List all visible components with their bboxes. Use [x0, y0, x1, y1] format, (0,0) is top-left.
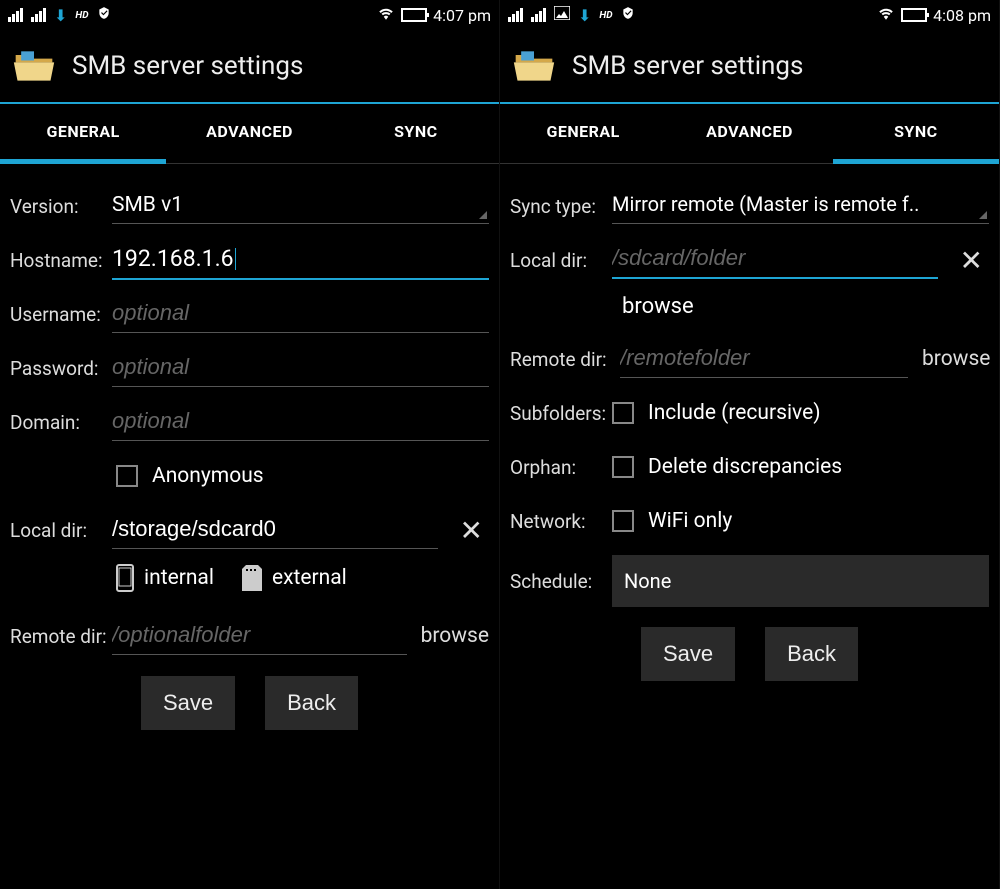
- remotedir-label: Remote dir:: [510, 348, 620, 371]
- synctype-dropdown[interactable]: Mirror remote (Master is remote f..: [612, 188, 989, 224]
- image-icon: [554, 6, 570, 24]
- hostname-input[interactable]: 192.168.1.6: [112, 241, 489, 280]
- remotedir-input[interactable]: [620, 341, 908, 378]
- subfolders-label: Subfolders:: [510, 402, 612, 425]
- anonymous-checkbox[interactable]: [116, 465, 138, 487]
- password-input[interactable]: [112, 350, 489, 387]
- hd-icon: HD: [599, 10, 612, 21]
- username-label: Username:: [10, 303, 112, 326]
- page-title: SMB server settings: [572, 51, 803, 81]
- save-button[interactable]: Save: [141, 676, 235, 730]
- screen-left: ⬇ HD 4:07 pm SMB server settings GENERAL…: [0, 0, 500, 889]
- page-title: SMB server settings: [72, 51, 303, 81]
- clear-localdir-icon[interactable]: ✕: [954, 244, 989, 277]
- content: Sync type: Mirror remote (Master is remo…: [500, 164, 999, 681]
- password-label: Password:: [10, 357, 112, 380]
- subfolders-checkbox[interactable]: [612, 402, 634, 424]
- signal2-icon: [531, 8, 546, 22]
- statusbar: ⬇ HD 4:08 pm: [500, 0, 999, 30]
- chevron-down-icon: [479, 211, 487, 219]
- clock: 4:08 pm: [933, 6, 991, 25]
- sdcard-icon: [242, 565, 262, 591]
- statusbar: ⬇ HD 4:07 pm: [0, 0, 499, 30]
- clear-localdir-icon[interactable]: ✕: [454, 514, 489, 547]
- schedule-value: None: [624, 569, 671, 593]
- synctype-value: Mirror remote (Master is remote f..: [612, 192, 919, 216]
- check-icon: [621, 6, 635, 24]
- version-dropdown[interactable]: SMB v1: [112, 189, 489, 224]
- app-folder-icon: [512, 44, 556, 88]
- hd-icon: HD: [75, 10, 88, 21]
- orphan-label: Orphan:: [510, 456, 612, 479]
- anonymous-label: Anonymous: [152, 464, 264, 488]
- remotedir-input[interactable]: [112, 618, 407, 655]
- domain-input[interactable]: [112, 404, 489, 441]
- hostname-label: Hostname:: [10, 249, 112, 272]
- wifi-icon: [377, 6, 395, 24]
- storage-external-button[interactable]: external: [242, 565, 347, 591]
- schedule-dropdown[interactable]: None: [612, 555, 989, 607]
- tab-advanced[interactable]: ADVANCED: [666, 104, 832, 164]
- tab-sync[interactable]: SYNC: [833, 104, 999, 164]
- browse-remotedir-button[interactable]: browse: [922, 347, 990, 371]
- titlebar: SMB server settings: [0, 30, 499, 104]
- clock: 4:07 pm: [433, 6, 491, 25]
- network-label: Network:: [510, 510, 612, 533]
- subfolders-check-label: Include (recursive): [648, 401, 821, 425]
- download-icon: ⬇: [578, 6, 591, 25]
- username-input[interactable]: [112, 296, 489, 333]
- domain-label: Domain:: [10, 411, 112, 434]
- orphan-checkbox[interactable]: [612, 456, 634, 478]
- localdir-label: Local dir:: [10, 519, 112, 542]
- orphan-check-label: Delete discrepancies: [648, 455, 842, 479]
- battery-icon: [401, 8, 427, 22]
- tab-bar: GENERAL ADVANCED SYNC: [0, 104, 499, 164]
- app-folder-icon: [12, 44, 56, 88]
- download-icon: ⬇: [54, 6, 67, 25]
- tab-sync[interactable]: SYNC: [333, 104, 499, 164]
- synctype-label: Sync type:: [510, 195, 612, 218]
- back-button[interactable]: Back: [765, 627, 858, 681]
- network-checkbox[interactable]: [612, 510, 634, 532]
- titlebar: SMB server settings: [500, 30, 999, 104]
- tab-bar: GENERAL ADVANCED SYNC: [500, 104, 999, 164]
- signal1-icon: [508, 8, 523, 22]
- wifi-icon: [877, 6, 895, 24]
- localdir-input[interactable]: [112, 512, 438, 549]
- chevron-down-icon: [979, 211, 987, 219]
- back-button[interactable]: Back: [265, 676, 358, 730]
- version-value: SMB v1: [112, 193, 183, 217]
- browse-remotedir-button[interactable]: browse: [421, 624, 489, 648]
- version-label: Version:: [10, 195, 112, 218]
- signal2-icon: [31, 8, 46, 22]
- tab-general[interactable]: GENERAL: [500, 104, 666, 164]
- localdir-input[interactable]: [612, 241, 938, 279]
- signal1-icon: [8, 8, 23, 22]
- browse-localdir-button[interactable]: browse: [510, 294, 989, 319]
- check-icon: [97, 6, 111, 24]
- tab-general[interactable]: GENERAL: [0, 104, 166, 164]
- localdir-label: Local dir:: [510, 249, 612, 272]
- remotedir-label: Remote dir:: [10, 625, 112, 648]
- storage-internal-button[interactable]: internal: [116, 564, 214, 592]
- save-button[interactable]: Save: [641, 627, 735, 681]
- schedule-label: Schedule:: [510, 570, 612, 593]
- battery-icon: [901, 8, 927, 22]
- screen-right: ⬇ HD 4:08 pm SMB server settings GENERAL…: [500, 0, 1000, 889]
- network-check-label: WiFi only: [648, 509, 732, 533]
- content: Version: SMB v1 Hostname: 192.168.1.6 Us…: [0, 164, 499, 730]
- tab-advanced[interactable]: ADVANCED: [166, 104, 332, 164]
- phone-icon: [116, 564, 134, 592]
